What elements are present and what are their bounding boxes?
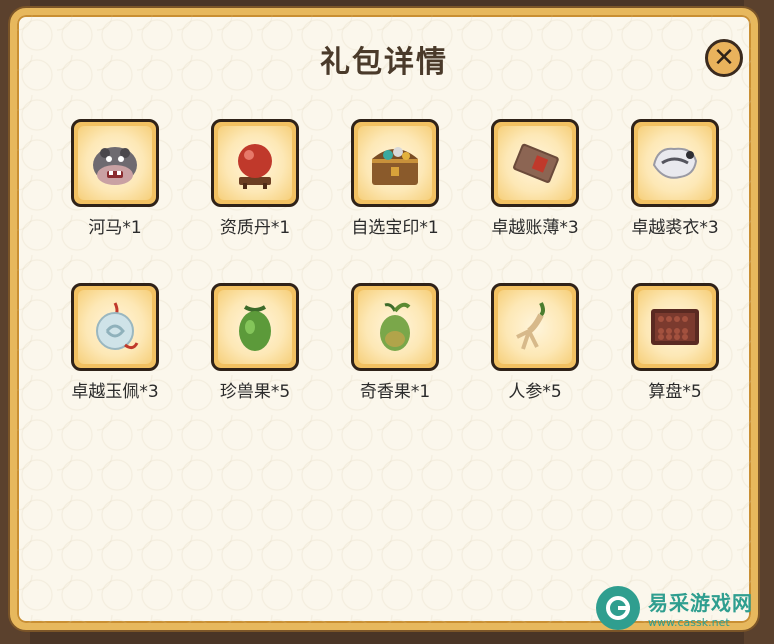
item-label: 人参*5 [508, 382, 562, 402]
item-label: 卓越玉佩*3 [71, 382, 159, 402]
reward-item-ginseng[interactable]: 人参*5 [475, 283, 595, 402]
item-frame[interactable] [71, 119, 159, 207]
site-watermark: 易采游戏网 www.cassk.net [596, 580, 766, 636]
watermark-url: www.cassk.net [648, 616, 730, 629]
item-frame[interactable] [211, 283, 299, 371]
green-fruit-icon [218, 290, 292, 364]
reward-item-hippo[interactable]: 河马*1 [55, 119, 175, 238]
item-label: 奇香果*1 [359, 382, 431, 402]
reward-item-abacus[interactable]: 算盘*5 [615, 283, 735, 402]
item-label: 珍兽果*5 [219, 382, 291, 402]
item-frame[interactable] [351, 119, 439, 207]
reward-item-ledger[interactable]: 卓越账薄*3 [475, 119, 595, 238]
reward-item-seal-chest[interactable]: 自选宝印*1 [335, 119, 455, 238]
abacus-icon [638, 290, 712, 364]
treasure-chest-icon [358, 126, 432, 200]
reward-item-aptitude-pill[interactable]: 资质丹*1 [195, 119, 315, 238]
red-orb-icon [218, 126, 292, 200]
item-label: 卓越裘衣*3 [631, 218, 719, 238]
close-icon: ✕ [713, 43, 735, 73]
close-button[interactable]: ✕ [705, 39, 743, 77]
item-frame[interactable] [351, 283, 439, 371]
item-frame[interactable] [211, 119, 299, 207]
item-label: 算盘*5 [648, 382, 702, 402]
fragrant-fruit-icon [358, 290, 432, 364]
item-frame[interactable] [631, 119, 719, 207]
item-label: 河马*1 [88, 218, 142, 238]
gift-pack-dialog: 礼包详情 ✕ 河马*1 资质丹*1 自选宝印*1 卓越账薄*3 卓越裘衣*3 卓… [10, 8, 758, 630]
ledger-book-icon [498, 126, 572, 200]
watermark-name: 易采游戏网 [648, 591, 753, 615]
item-label: 自选宝印*1 [351, 218, 439, 238]
reward-item-beast-fruit[interactable]: 珍兽果*5 [195, 283, 315, 402]
item-frame[interactable] [71, 283, 159, 371]
item-frame[interactable] [491, 119, 579, 207]
item-frame[interactable] [631, 283, 719, 371]
reward-item-fragrant-fruit[interactable]: 奇香果*1 [335, 283, 455, 402]
site-logo-icon [596, 586, 640, 630]
reward-item-fur-robe[interactable]: 卓越裘衣*3 [615, 119, 735, 238]
hippo-icon [78, 126, 152, 200]
item-label: 资质丹*1 [219, 218, 291, 238]
fur-robe-icon [638, 126, 712, 200]
reward-item-jade-pendant[interactable]: 卓越玉佩*3 [55, 283, 175, 402]
jade-pendant-icon [78, 290, 152, 364]
item-frame[interactable] [491, 283, 579, 371]
item-label: 卓越账薄*3 [491, 218, 579, 238]
dialog-title: 礼包详情 [320, 45, 448, 80]
ginseng-icon [498, 290, 572, 364]
